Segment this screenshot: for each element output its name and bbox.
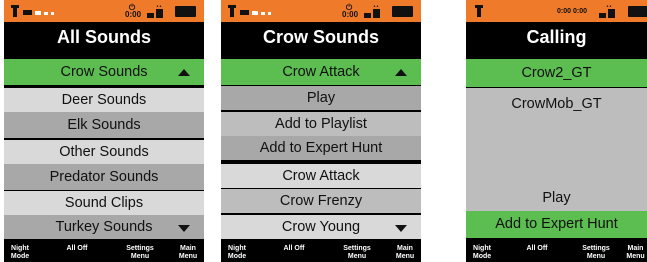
timer-icon: ⏻ 0:00 [342,3,359,19]
list-item[interactable]: Other Sounds [4,140,204,164]
submenu-item[interactable]: Add to Playlist [221,112,421,136]
submenu-item[interactable]: Add to Expert Hunt [221,136,421,160]
list-item-label: Predator Sounds [49,169,159,185]
list-item-label: Other Sounds [59,144,149,160]
list-item[interactable]: Turkey Sounds [4,215,204,239]
timer-readout-2: 0:00 [572,8,587,15]
page-title: Crow Sounds [263,27,379,47]
all-off-button[interactable]: All Off [61,245,93,253]
battery-icon [175,6,196,17]
volume-icon [240,10,271,15]
night-mode-button[interactable]: Night Mode [225,245,249,260]
timer-readout-1: 0:00 [557,8,572,15]
list-item-label: Deer Sounds [61,92,147,108]
list-item-selected[interactable]: Crow Attack [221,59,421,85]
list-item[interactable]: CrowMob_GT [466,92,647,116]
timer-readout: 0:00 [125,10,142,19]
add-to-expert-hunt-button[interactable]: Add to Expert Hunt [466,211,647,238]
main-menu-button[interactable]: Main Menu [175,245,201,260]
play-label: Play [542,190,571,206]
svg-text:••: •• [606,5,612,10]
list-item-label: Play [306,90,336,106]
list-item-label: Crow Sounds [60,64,148,80]
settings-menu-button[interactable]: Settings Menu [340,245,374,260]
list-item-label: Turkey Sounds [55,219,153,235]
speaker-icon [11,5,19,17]
soft-key-bar: Night Mode All Off Settings Menu Main Me… [221,243,421,262]
signal-icon: •• [599,5,615,18]
list-item-label: CrowMob_GT [511,96,602,112]
list-item-selected[interactable]: Crow2_GT [466,59,647,87]
list-item-label: Add to Playlist [275,116,367,132]
list-item[interactable]: Elk Sounds [4,112,204,138]
soft-key-bar: Night Mode All Off Settings Menu Main Me… [466,243,647,262]
list-item[interactable]: Sound Clips [4,191,204,215]
signal-icon: •• [364,5,380,18]
signal-icon: •• [147,5,163,18]
night-mode-button[interactable]: Night Mode [8,245,32,260]
settings-menu-button[interactable]: Settings Menu [579,245,613,260]
night-mode-button[interactable]: Night Mode [470,245,494,260]
battery-icon [392,6,413,17]
all-off-button[interactable]: All Off [278,245,310,253]
list-item-label: Crow Attack [282,64,360,80]
list-item[interactable]: Crow Attack [221,164,421,188]
battery-icon [628,6,647,17]
list-item-label: Crow Frenzy [279,193,363,209]
list-item[interactable]: Crow Young [221,215,421,239]
list-item-label: Add to Expert Hunt [259,140,383,156]
speaker-icon [228,5,236,17]
svg-text:••: •• [156,5,162,10]
status-bar: 0:00 0:00 •• [466,0,647,22]
up-arrow-icon[interactable] [178,69,190,76]
timer-icon: 0:00 0:00 [552,8,592,15]
screen-crow-sounds: ⏻ 0:00 •• Crow Sounds Crow Attack Play Ad… [221,0,421,262]
down-arrow-icon[interactable] [395,225,407,232]
list-item-label: Crow2_GT [521,65,592,81]
status-bar: ⏻ 0:00 •• [4,0,204,22]
list-item[interactable]: Crow Frenzy [221,189,421,213]
submenu-item[interactable]: Play [221,86,421,110]
timer-readout: 0:00 [342,10,359,19]
settings-menu-button[interactable]: Settings Menu [123,245,157,260]
list-item-label: Sound Clips [64,195,144,211]
status-bar: ⏻ 0:00 •• [221,0,421,22]
soft-key-bar: Night Mode All Off Settings Menu Main Me… [4,243,204,262]
list-item[interactable]: Deer Sounds [4,88,204,112]
svg-text:••: •• [373,5,379,10]
page-title: Calling [526,27,587,47]
list-item-label: Elk Sounds [67,117,141,133]
screen-all-sounds: ⏻ 0:00 •• All Sounds Crow Sounds Deer Sou… [4,0,204,262]
main-menu-button[interactable]: Main Menu [624,245,647,260]
list-item-label: Crow Attack [282,168,360,184]
page-title: All Sounds [57,27,151,47]
add-to-expert-hunt-label: Add to Expert Hunt [495,216,618,232]
all-off-button[interactable]: All Off [521,245,553,253]
speaker-icon [475,5,483,17]
list-item-label: Crow Young [281,219,361,235]
up-arrow-icon[interactable] [395,69,407,76]
play-button[interactable]: Play [466,186,647,210]
down-arrow-icon[interactable] [178,225,190,232]
list-item-selected[interactable]: Crow Sounds [4,59,204,85]
screen-calling: 0:00 0:00 •• Calling Crow2_GT CrowMob_GT… [466,0,647,262]
volume-icon [23,10,54,15]
main-menu-button[interactable]: Main Menu [392,245,418,260]
list-item[interactable]: Predator Sounds [4,164,204,190]
timer-icon: ⏻ 0:00 [125,3,142,19]
